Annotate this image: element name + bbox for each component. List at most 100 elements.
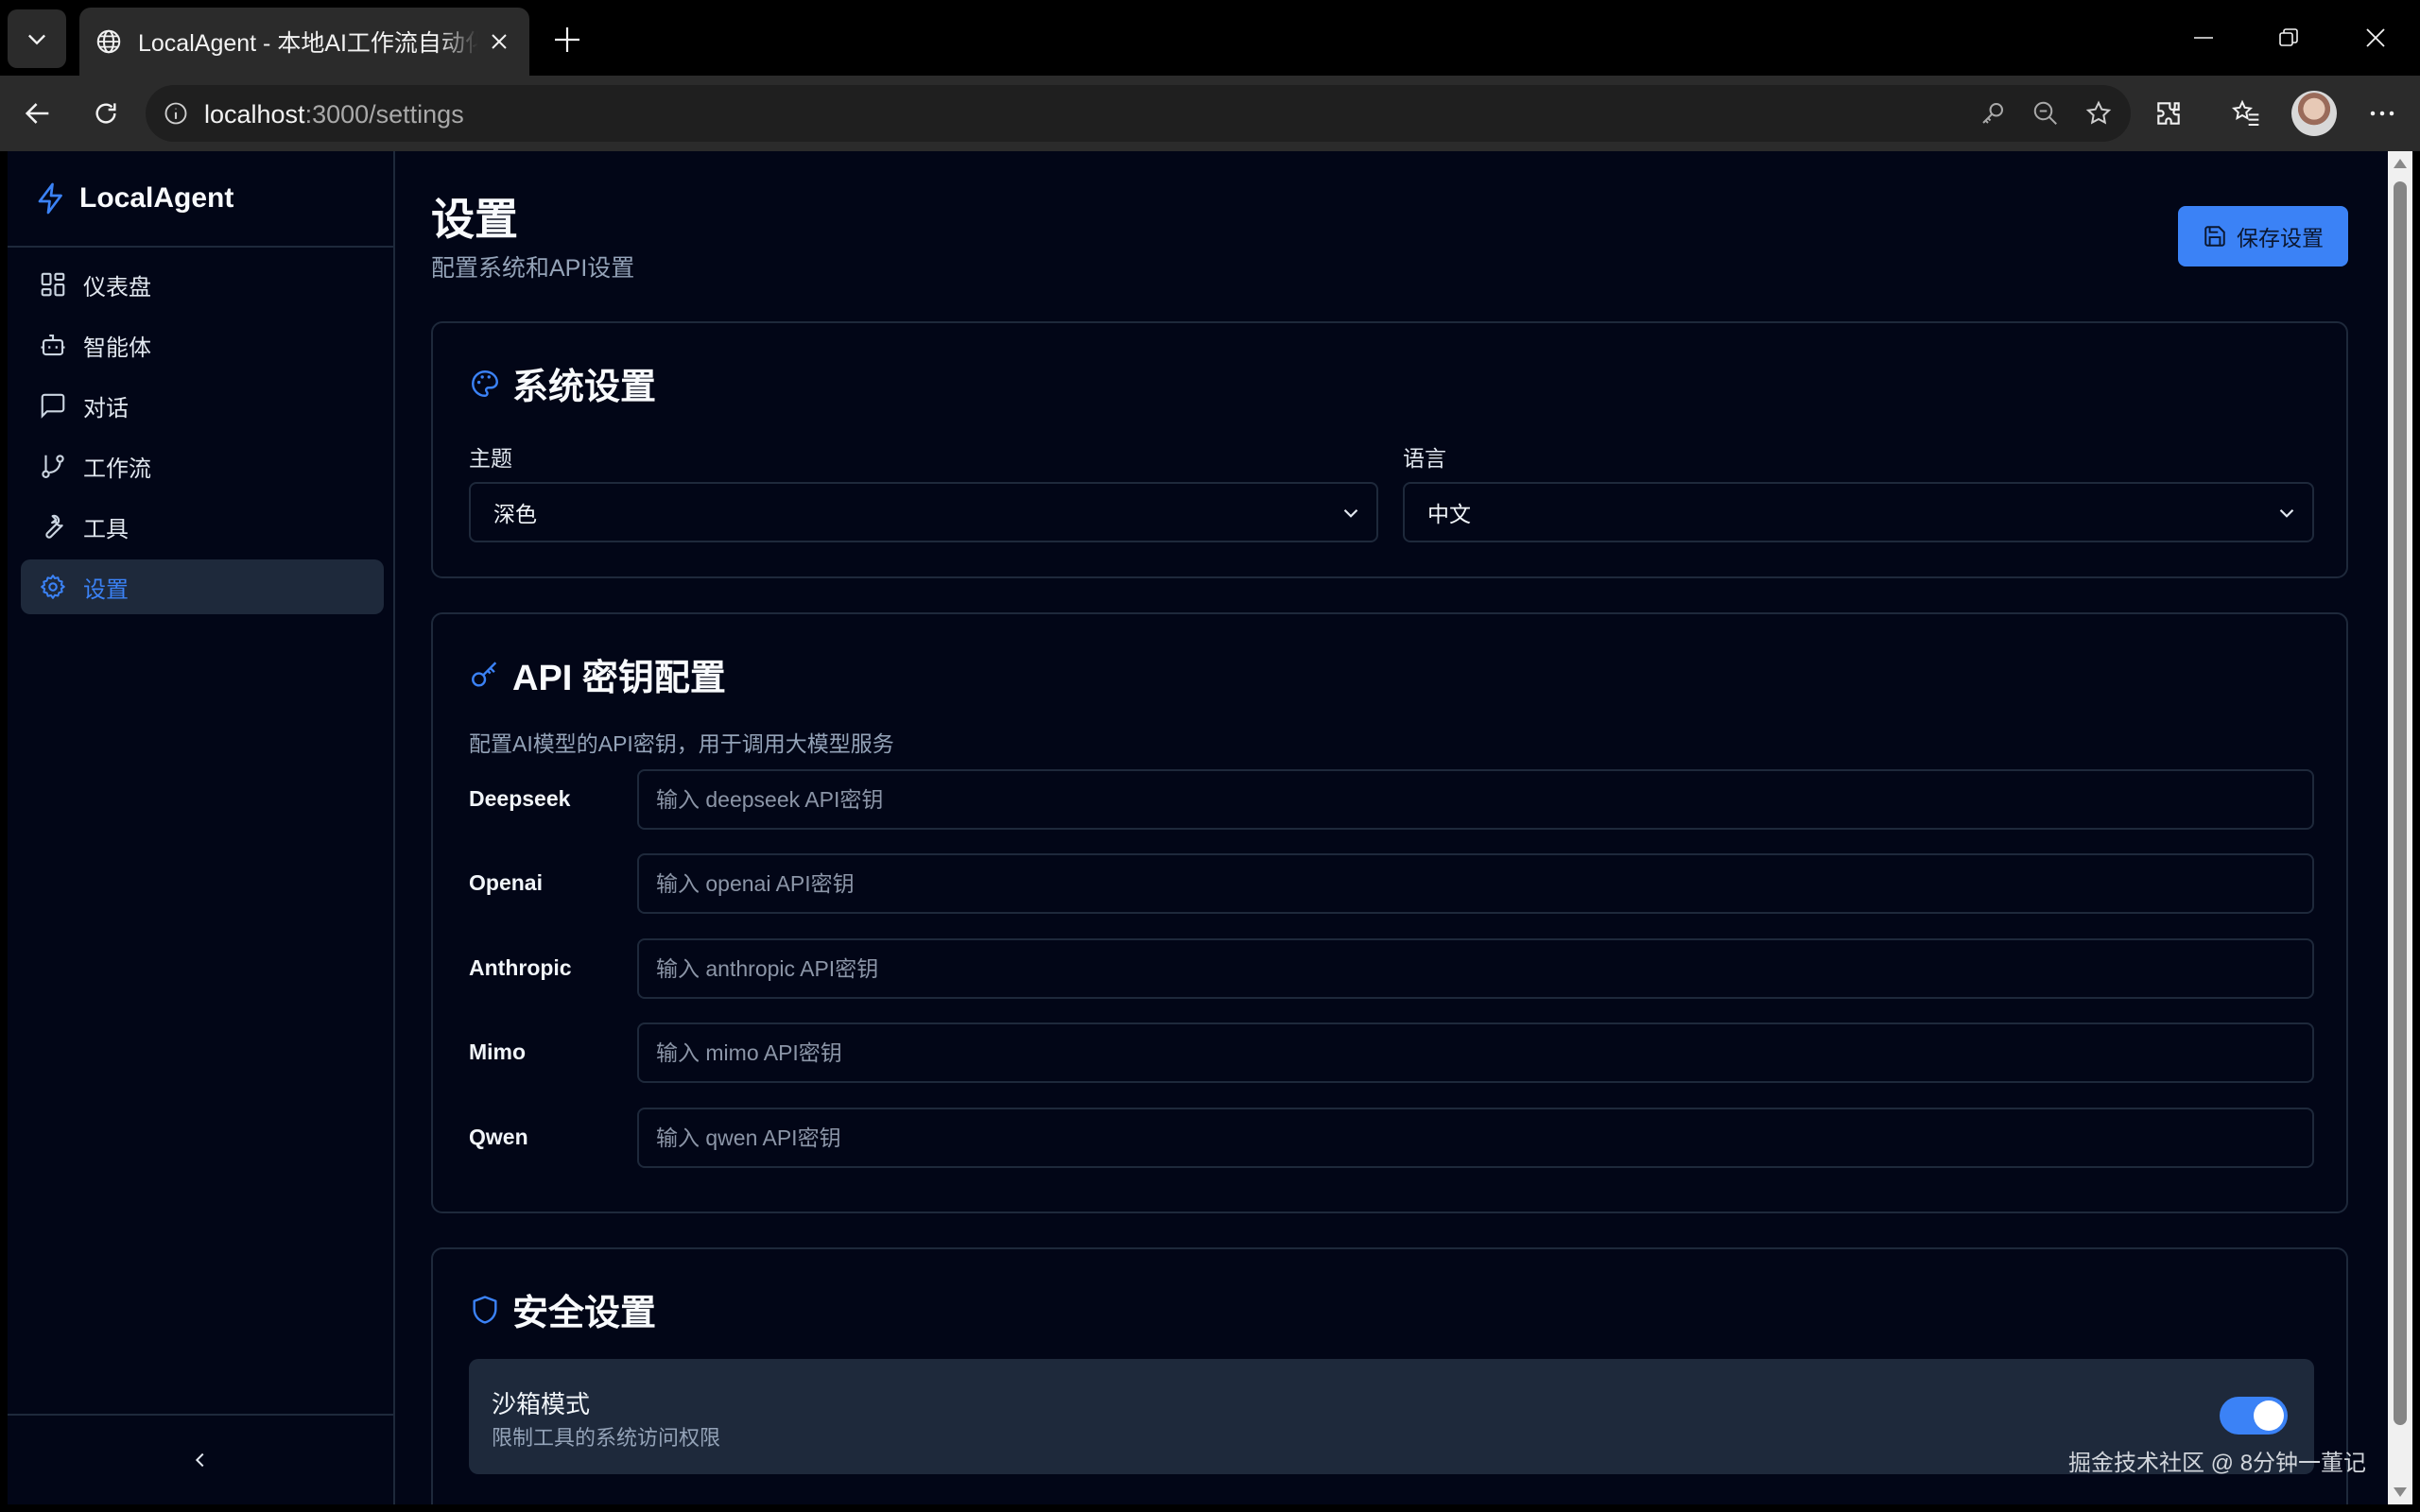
tab-title: LocalAgent - 本地AI工作流自动化工具 bbox=[138, 30, 478, 57]
url-host: localhost bbox=[204, 100, 305, 129]
reload-button[interactable] bbox=[83, 91, 129, 136]
browser-tab-active[interactable]: LocalAgent - 本地AI工作流自动化工具 bbox=[79, 8, 529, 76]
api-key-row-deepseek: Deepseek bbox=[469, 769, 2314, 830]
sandbox-mode-toggle[interactable] bbox=[2220, 1397, 2288, 1435]
page-subtitle: 配置系统和API设置 bbox=[431, 255, 635, 282]
language-label: 语言 bbox=[1403, 446, 1446, 471]
api-keys-title: API 密钥配置 bbox=[512, 659, 726, 698]
favorite-star-icon[interactable] bbox=[2082, 96, 2116, 130]
back-button[interactable] bbox=[15, 91, 60, 136]
system-settings-card: 系统设置 主题 深色 语言 中文 bbox=[431, 321, 2348, 578]
browser-tab-bar: LocalAgent - 本地AI工作流自动化工具 bbox=[0, 0, 2420, 76]
toggle-knob bbox=[2254, 1400, 2284, 1431]
workflow-icon bbox=[38, 451, 68, 481]
api-provider-name: Anthropic bbox=[469, 955, 572, 980]
sidebar-nav: 仪表盘 智能体 对话 工作流 工具 设置 bbox=[21, 257, 384, 620]
scroll-up-arrow[interactable] bbox=[2394, 159, 2407, 168]
bot-icon bbox=[38, 330, 68, 360]
sidebar-item-dashboard[interactable]: 仪表盘 bbox=[21, 257, 384, 312]
key-icon[interactable] bbox=[1976, 96, 2010, 130]
info-icon[interactable] bbox=[159, 96, 193, 130]
api-provider-name: Mimo bbox=[469, 1040, 527, 1064]
api-keys-header: API 密钥配置 bbox=[469, 648, 726, 700]
api-key-row-mimo: Mimo bbox=[469, 1022, 2314, 1083]
url-path: :3000/settings bbox=[304, 100, 464, 129]
watermark: 掘金技术社区 @ 8分钟一董记 bbox=[2068, 1451, 2367, 1476]
sandbox-mode-row: 沙箱模式 限制工具的系统访问权限 bbox=[469, 1359, 2314, 1474]
api-provider-name: Qwen bbox=[469, 1125, 528, 1149]
new-tab-button[interactable] bbox=[546, 19, 588, 60]
anthropic-api-key-input[interactable] bbox=[637, 938, 2314, 999]
sidebar-item-label: 工具 bbox=[83, 516, 129, 542]
security-settings-header: 安全设置 bbox=[469, 1283, 656, 1335]
chevron-down-icon bbox=[1343, 508, 1358, 518]
theme-select-value: 深色 bbox=[493, 502, 537, 526]
more-menu-icon[interactable] bbox=[2360, 91, 2405, 136]
close-window-button[interactable] bbox=[2342, 9, 2409, 66]
scroll-thumb[interactable] bbox=[2394, 181, 2407, 1425]
sidebar: LocalAgent 仪表盘 智能体 对话 工作流 工具 设置 bbox=[8, 151, 395, 1504]
sidebar-item-agents[interactable]: 智能体 bbox=[21, 318, 384, 372]
sidebar-item-chat[interactable]: 对话 bbox=[21, 378, 384, 433]
tab-close-button[interactable] bbox=[482, 25, 516, 59]
profile-avatar[interactable] bbox=[2291, 91, 2337, 136]
sidebar-item-label: 工作流 bbox=[83, 455, 151, 482]
theme-select[interactable]: 深色 bbox=[469, 482, 1378, 542]
chevron-down-icon bbox=[2279, 508, 2294, 518]
security-settings-title: 安全设置 bbox=[512, 1294, 657, 1333]
key-icon bbox=[472, 661, 497, 687]
refresh-icon bbox=[95, 103, 116, 124]
save-settings-button[interactable]: 保存设置 bbox=[2178, 206, 2348, 266]
sandbox-mode-title: 沙箱模式 bbox=[492, 1390, 591, 1418]
sidebar-item-tools[interactable]: 工具 bbox=[21, 499, 384, 554]
language-select-value: 中文 bbox=[1427, 502, 1471, 526]
system-settings-header: 系统设置 bbox=[469, 357, 656, 409]
restore-button[interactable] bbox=[2256, 9, 2322, 66]
tab-list-button[interactable] bbox=[8, 9, 66, 68]
minimize-button[interactable] bbox=[2170, 9, 2237, 66]
address-bar[interactable]: localhost:3000/settings bbox=[146, 85, 2131, 142]
close-icon bbox=[2366, 28, 2385, 47]
scroll-down-arrow[interactable] bbox=[2394, 1487, 2407, 1497]
api-keys-card: API 密钥配置 配置AI模型的API密钥，用于调用大模型服务 Deepseek… bbox=[431, 612, 2348, 1213]
mimo-api-key-input[interactable] bbox=[637, 1022, 2314, 1083]
close-icon bbox=[492, 34, 507, 49]
main-content: 设置 配置系统和API设置 保存设置 系统设置 主题 深色 语言 中文 API … bbox=[395, 151, 2388, 1504]
lightning-icon bbox=[38, 182, 62, 215]
gear-icon bbox=[38, 572, 68, 602]
security-settings-card: 安全设置 沙箱模式 限制工具的系统访问权限 bbox=[431, 1247, 2348, 1504]
plus-icon bbox=[555, 27, 579, 52]
sandbox-mode-description: 限制工具的系统访问权限 bbox=[492, 1426, 721, 1450]
qwen-api-key-input[interactable] bbox=[637, 1108, 2314, 1168]
openai-api-key-input[interactable] bbox=[637, 853, 2314, 914]
favorites-icon[interactable] bbox=[2223, 91, 2269, 136]
sidebar-item-workflow[interactable]: 工作流 bbox=[21, 438, 384, 493]
save-icon bbox=[2204, 226, 2225, 247]
sidebar-item-label: 对话 bbox=[83, 395, 129, 421]
deepseek-api-key-input[interactable] bbox=[637, 769, 2314, 830]
sidebar-item-label: 仪表盘 bbox=[83, 274, 151, 301]
theme-label: 主题 bbox=[469, 446, 512, 471]
zoom-out-icon[interactable] bbox=[2029, 96, 2063, 130]
arrow-left-icon bbox=[25, 103, 49, 124]
api-key-row-qwen: Qwen bbox=[469, 1108, 2314, 1168]
sidebar-item-settings[interactable]: 设置 bbox=[21, 559, 384, 614]
collapse-sidebar-button[interactable] bbox=[8, 1414, 393, 1504]
page-title: 设置 bbox=[431, 195, 518, 244]
system-settings-title: 系统设置 bbox=[512, 368, 657, 407]
chevron-left-icon bbox=[195, 1452, 204, 1468]
chevron-down-icon bbox=[28, 34, 45, 45]
language-select[interactable]: 中文 bbox=[1403, 482, 2314, 542]
minimize-icon bbox=[2194, 37, 2213, 39]
sidebar-item-label: 智能体 bbox=[83, 335, 151, 361]
api-key-row-openai: Openai bbox=[469, 853, 2314, 914]
api-key-row-anthropic: Anthropic bbox=[469, 938, 2314, 999]
extensions-icon[interactable] bbox=[2146, 91, 2191, 136]
wrench-icon bbox=[38, 511, 68, 541]
sidebar-item-label: 设置 bbox=[83, 576, 129, 603]
page-scrollbar[interactable] bbox=[2388, 151, 2412, 1504]
palette-icon bbox=[472, 369, 498, 397]
api-provider-name: Openai bbox=[469, 870, 543, 895]
shield-icon bbox=[473, 1295, 497, 1324]
brand[interactable]: LocalAgent bbox=[8, 151, 393, 248]
